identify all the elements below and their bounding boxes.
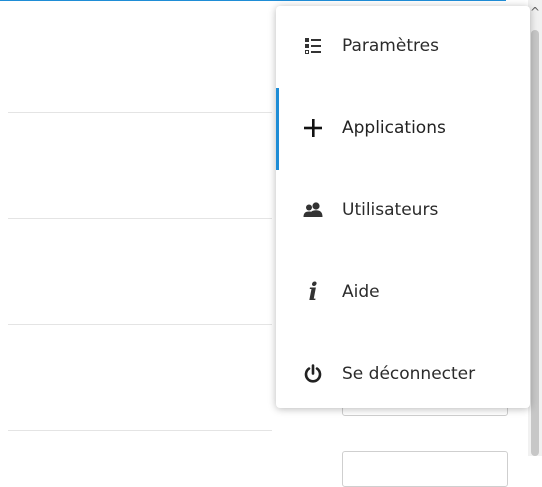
menu-item-aide[interactable]: i Aide: [276, 252, 530, 334]
user-dropdown-menu: Paramètres Applications Utilisateurs i A…: [276, 6, 530, 408]
users-icon: [301, 198, 325, 222]
menu-item-applications[interactable]: Applications: [276, 88, 530, 170]
power-icon: [301, 362, 325, 386]
menu-item-label: Utilisateurs: [342, 200, 439, 220]
menu-item-parametres[interactable]: Paramètres: [276, 6, 530, 88]
row-action-button[interactable]: [342, 451, 508, 487]
settings-list-icon: [301, 34, 325, 58]
row-divider: [8, 430, 272, 431]
info-icon: i: [308, 277, 318, 306]
header-underline: [0, 0, 506, 1]
menu-item-label: Applications: [342, 118, 446, 138]
row-divider: [8, 218, 272, 219]
scrollbar-thumb[interactable]: [531, 30, 539, 456]
vertical-scrollbar[interactable]: ^: [528, 0, 542, 456]
plus-icon: [301, 116, 325, 140]
scroll-up-icon[interactable]: ^: [529, 5, 541, 19]
menu-item-label: Aide: [342, 282, 380, 302]
row-divider: [8, 324, 272, 325]
menu-item-label: Se déconnecter: [342, 364, 476, 384]
menu-item-utilisateurs[interactable]: Utilisateurs: [276, 170, 530, 252]
menu-item-label: Paramètres: [342, 36, 439, 56]
menu-item-se-deconnecter[interactable]: Se déconnecter: [276, 334, 530, 408]
row-divider: [8, 112, 272, 113]
active-indicator: [276, 88, 279, 170]
